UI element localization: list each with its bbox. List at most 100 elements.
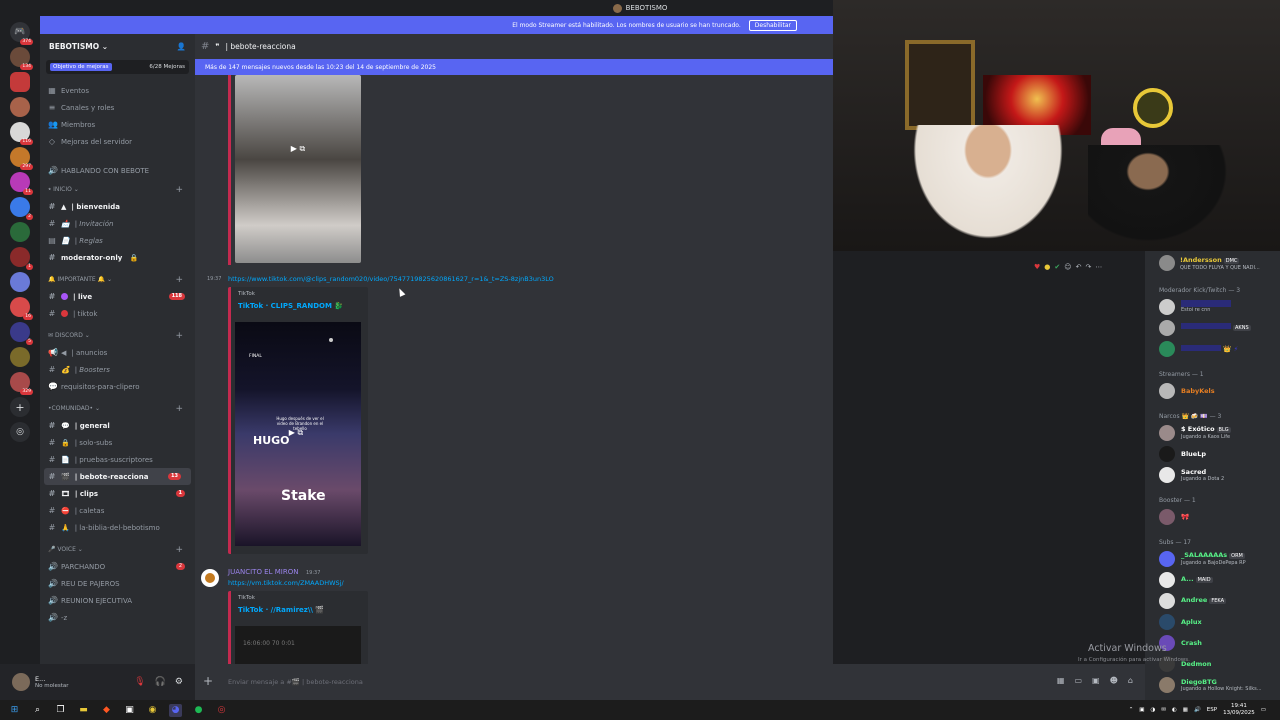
add-channel-icon[interactable]: + [175, 331, 183, 341]
member-item[interactable]: 👑 ⚡ [1145, 338, 1280, 359]
spotify-icon[interactable]: ● [192, 704, 205, 717]
deafen-icon[interactable]: 🎧 [155, 677, 166, 687]
chrome-icon[interactable]: ◉ [146, 704, 159, 717]
message-link[interactable]: https://www.tiktok.com/@clips_random020/… [228, 275, 554, 283]
server-icon[interactable]: 134 [10, 47, 33, 70]
new-messages-bar[interactable]: Más de 147 mensajes nuevos desde las 10:… [195, 59, 833, 75]
channel-boosters[interactable]: # 💰 | Boosters [40, 361, 195, 378]
server-icon[interactable]: 11 [10, 172, 33, 195]
member-item[interactable]: BlueLp [1145, 443, 1280, 464]
member-item[interactable]: Estoi re cnn [1145, 296, 1280, 317]
guild-header[interactable]: BEBOTISMO ⌄ 👤 [40, 34, 195, 58]
play-icon[interactable]: ▶ ⧉ [287, 143, 309, 155]
channel-solo-subs[interactable]: # 🔒 | solo-subs [40, 434, 195, 451]
avatar[interactable] [12, 673, 30, 691]
server-icon[interactable]: 329 [10, 372, 33, 395]
obs-icon[interactable]: ◎ [215, 704, 228, 717]
start-windows-icon[interactable]: ⊞ [8, 704, 21, 717]
server-icon[interactable] [10, 272, 30, 292]
member-item[interactable]: DiegoBTG Jugando a Hollow Knight: Silks..… [1145, 674, 1280, 695]
menu-server-boosts[interactable]: ◇ Mejoras del servidor [40, 133, 195, 150]
channel-general[interactable]: # 💬 | general [40, 417, 195, 434]
add-channel-icon[interactable]: + [175, 275, 183, 285]
category-comunidad[interactable]: •COMUNIDAD• ⌄ + [40, 400, 195, 417]
gamepad-icon[interactable]: ⌂ [1128, 676, 1133, 685]
channel-invitacion[interactable]: # 📩 | Invitación [40, 215, 195, 232]
tray-icon[interactable]: ▣ [1139, 707, 1144, 713]
forward-icon[interactable]: ↷ [1085, 263, 1091, 271]
channel-anuncios[interactable]: 📢 ◀ | anuncios [40, 344, 195, 361]
settings-gear-icon[interactable]: ⚙ [175, 677, 183, 687]
volume-icon[interactable]: 🔊 [1194, 707, 1201, 713]
server-icon[interactable] [10, 347, 30, 367]
voice-zz[interactable]: 🔊 -z [40, 609, 195, 626]
channel-tiktok[interactable]: # | tiktok [40, 305, 195, 322]
disable-streamer-button[interactable]: Deshabilitar [748, 19, 797, 31]
channel-caletas[interactable]: # ⛔ | caletas [40, 502, 195, 519]
channel-bebote-reacciona[interactable]: # 🎬 | bebote-reacciona 13 [44, 468, 191, 485]
tray-icon[interactable]: ◐ [1172, 707, 1177, 713]
server-icon[interactable] [10, 97, 30, 117]
add-channel-icon[interactable]: + [175, 404, 183, 414]
attach-plus-icon[interactable]: + [203, 674, 213, 688]
avatar[interactable] [201, 569, 219, 587]
channel-clips[interactable]: # 🎞 | clips 1 [40, 485, 195, 502]
category-inicio[interactable]: ⭑ INICIO ⌄ + [40, 181, 195, 198]
add-server-icon[interactable]: + [10, 397, 30, 417]
member-item[interactable]: Andree FEKA [1145, 590, 1280, 611]
server-icon[interactable]: 1 [10, 247, 33, 270]
boost-goal[interactable]: Objetivo de mejoras 6/28 Mejoras [46, 60, 189, 74]
clock[interactable]: 19:41 13/09/2025 [1223, 703, 1255, 717]
member-item[interactable]: $ Exótico BLG Jugando a Kaos Life [1145, 422, 1280, 443]
member-item[interactable]: Sacred Jugando a Dota 2 [1145, 464, 1280, 485]
voice-parchando[interactable]: 🔊 PARCHANDO 2 [40, 558, 195, 575]
channel-biblia[interactable]: # 🙏 | la-biblia-del-bebotismo [40, 519, 195, 536]
network-icon[interactable]: ▦ [1183, 707, 1188, 713]
file-explorer-icon[interactable]: ▬ [77, 704, 90, 717]
category-voice[interactable]: 🎤 VOICE ⌄ + [40, 541, 195, 558]
add-channel-icon[interactable]: + [175, 545, 183, 555]
member-item[interactable]: _SALAAAAAs ORM Jugando a BajoDePepa RP [1145, 548, 1280, 569]
channel-moderator-only[interactable]: # moderator-only 🔒 [40, 249, 195, 266]
sticker-icon[interactable]: ▣ [1092, 676, 1100, 685]
more-icon[interactable]: ⋯ [1095, 263, 1102, 271]
mute-mic-icon[interactable]: 🎙 [134, 677, 145, 687]
member-item[interactable]: BabyKels [1145, 380, 1280, 401]
category-discord[interactable]: ✉ DISCORD ⌄ + [40, 327, 195, 344]
server-icon[interactable]: 2 [10, 197, 33, 220]
add-reaction-icon[interactable]: ☺ [1064, 263, 1071, 271]
gif-icon[interactable]: ▭ [1074, 676, 1082, 685]
channel-requisitos[interactable]: 💬 requisitos-para-clipero [40, 378, 195, 395]
menu-events[interactable]: ▦ Eventos [40, 82, 195, 99]
member-item[interactable]: AKNS [1145, 317, 1280, 338]
message-input[interactable]: Enviar mensaje a #🎬 | bebote-reacciona [228, 678, 363, 686]
embed-video-thumbnail[interactable]: ▶ ⧉ [235, 75, 361, 263]
chevron-up-icon[interactable]: ⌃ [1129, 707, 1134, 713]
notifications-icon[interactable]: ▭ [1261, 707, 1266, 713]
server-icon[interactable]: 5 [10, 322, 33, 345]
voice-hablando[interactable]: 🔊 HABLANDO CON BEBOTE [40, 162, 195, 179]
brave-icon[interactable]: ◆ [100, 704, 113, 717]
embed-video[interactable]: 16:06:00 70 0:01 [235, 626, 361, 664]
reply-icon[interactable]: ↶ [1076, 263, 1082, 271]
server-icon[interactable] [10, 222, 30, 242]
task-view-icon[interactable]: ❐ [54, 704, 67, 717]
member-item[interactable]: A... MAID [1145, 569, 1280, 590]
voice-reunion[interactable]: 🔊 REUNION EJECUTIVA [40, 592, 195, 609]
menu-members[interactable]: 👥 Miembros [40, 116, 195, 133]
invite-icon[interactable]: 👤 [177, 42, 186, 51]
menu-channels-roles[interactable]: ≡ Canales y roles [40, 99, 195, 116]
emoji-icon[interactable]: ☻ [1110, 676, 1118, 685]
category-importante[interactable]: 🔔 IMPORTANTE 🔔 ⌄ + [40, 271, 195, 288]
channel-pruebas[interactable]: # 📄 | pruebas-suscriptores [40, 451, 195, 468]
server-icon[interactable]: 16 [10, 297, 33, 320]
apps-icon[interactable]: ▦ [1057, 676, 1065, 685]
discord-taskbar-icon[interactable]: ◕ [169, 703, 182, 717]
member-item[interactable]: !Andersson DMC QUE TODO FLUYA Y QUE NADI.… [1145, 251, 1280, 275]
message-link[interactable]: https://vm.tiktok.com/ZMAADHWSj/ [228, 579, 344, 587]
channel-live[interactable]: # | live 118 [40, 288, 195, 305]
discord-home-icon[interactable]: 🎮 374 [10, 22, 33, 45]
store-icon[interactable]: ▣ [123, 704, 136, 717]
member-item[interactable]: Aplux [1145, 611, 1280, 632]
check-reaction-icon[interactable]: ✔ [1054, 263, 1060, 271]
